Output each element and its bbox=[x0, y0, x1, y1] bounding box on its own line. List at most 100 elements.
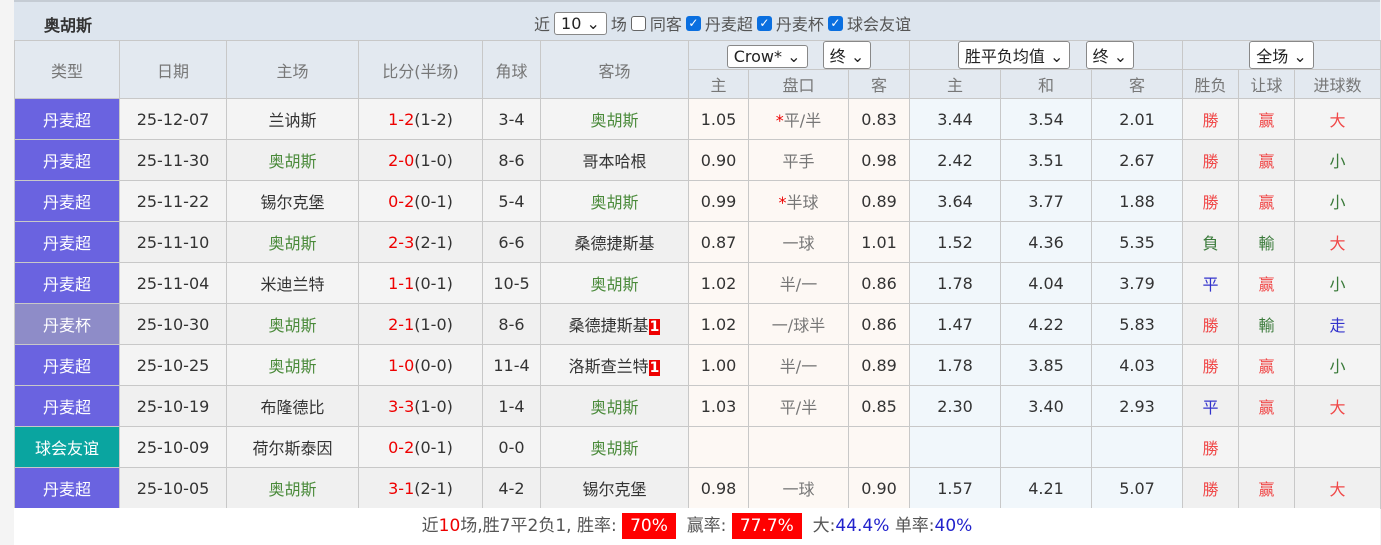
handicap: 平手 bbox=[748, 139, 849, 181]
table-row[interactable]: 丹麦超 25-11-30 奥胡斯 2-0(1-0) 8-6 哥本哈根 0.90 … bbox=[14, 139, 1381, 181]
away-team-cell[interactable]: 洛斯查兰特1 bbox=[540, 344, 689, 386]
odds-company-select[interactable]: Crow* ⌄ bbox=[726, 45, 808, 68]
avg-header: 胜平负均值 ⌄ 终 ⌄ bbox=[909, 40, 1184, 70]
odds-phase-value: 终 bbox=[829, 47, 846, 66]
full-score: 1-0 bbox=[388, 355, 415, 375]
table-row[interactable]: 丹麦超 25-10-19 布隆德比 3-3(1-0) 1-4 奥胡斯 1.03 … bbox=[14, 385, 1381, 427]
result: 平 bbox=[1182, 385, 1240, 427]
score: 1-2(1-2) bbox=[358, 98, 483, 140]
result: 勝 bbox=[1182, 139, 1240, 181]
home-team[interactable]: 布隆德比 bbox=[226, 385, 359, 427]
filter-checkbox-friendly[interactable]: ✓ bbox=[827, 15, 843, 31]
half-score: (2-1) bbox=[414, 232, 453, 252]
avg-home: 1.78 bbox=[909, 262, 1002, 304]
filter-label: 球会友谊 bbox=[846, 15, 911, 34]
red-card-badge: 1 bbox=[648, 360, 661, 376]
handicap bbox=[748, 426, 849, 468]
handicap-result: 赢 bbox=[1238, 98, 1296, 140]
subcol: 客 bbox=[847, 69, 911, 99]
result: 勝 bbox=[1182, 467, 1240, 509]
away-team-cell[interactable]: 奥胡斯 bbox=[540, 262, 689, 304]
match-date: 25-11-04 bbox=[119, 262, 227, 304]
table-row[interactable]: 丹麦超 25-11-10 奥胡斯 2-3(2-1) 6-6 桑德捷斯基 0.87… bbox=[14, 221, 1381, 263]
avg-phase-value: 终 bbox=[1092, 47, 1109, 66]
avg-home bbox=[909, 426, 1002, 468]
avg-away: 2.93 bbox=[1091, 385, 1184, 427]
league-type[interactable]: 丹麦超 bbox=[14, 139, 120, 181]
filter-checkbox-super[interactable]: ✓ bbox=[685, 15, 701, 31]
avg-select[interactable]: 胜平负均值 ⌄ bbox=[957, 41, 1071, 69]
goals-result: 小 bbox=[1294, 139, 1381, 181]
away-team-cell[interactable]: 奥胡斯 bbox=[540, 426, 689, 468]
away-team-cell[interactable]: 奥胡斯 bbox=[540, 98, 689, 140]
summary-count: 10 bbox=[438, 516, 461, 536]
goals-result: 大 bbox=[1294, 467, 1381, 509]
full-score: 3-3 bbox=[388, 396, 415, 416]
col-home: 主场 bbox=[226, 40, 359, 99]
away-team-cell[interactable]: 锡尔克堡 bbox=[540, 467, 689, 509]
filter-checkbox-cup[interactable]: ✓ bbox=[756, 15, 772, 31]
odds-home: 1.00 bbox=[688, 344, 749, 386]
avg-away: 2.01 bbox=[1091, 98, 1184, 140]
table-row[interactable]: 丹麦超 25-10-05 奥胡斯 3-1(2-1) 4-2 锡尔克堡 0.98 … bbox=[14, 467, 1381, 509]
avg-select-value: 胜平负均值 bbox=[964, 47, 1045, 66]
table-row[interactable]: 丹麦杯 25-10-30 奥胡斯 2-1(1-0) 8-6 桑德捷斯基1 1.0… bbox=[14, 303, 1381, 345]
home-team[interactable]: 米迪兰特 bbox=[226, 262, 359, 304]
avg-phase-select[interactable]: 终 ⌄ bbox=[1085, 41, 1135, 69]
league-type[interactable]: 丹麦超 bbox=[14, 344, 120, 386]
recent-count-select[interactable]: 10 ⌄ bbox=[554, 11, 607, 35]
same-venue-checkbox[interactable] bbox=[630, 15, 646, 31]
league-type[interactable]: 丹麦超 bbox=[14, 467, 120, 509]
odds-phase-select[interactable]: 终 ⌄ bbox=[822, 41, 872, 69]
score: 2-0(1-0) bbox=[358, 139, 483, 181]
handicap-value: 平/半 bbox=[779, 398, 818, 417]
avg-draw: 4.04 bbox=[1000, 262, 1093, 304]
league-type[interactable]: 丹麦超 bbox=[14, 98, 120, 140]
league-type[interactable]: 丹麦超 bbox=[14, 262, 120, 304]
result: 勝 bbox=[1182, 426, 1240, 468]
home-team[interactable]: 兰讷斯 bbox=[226, 98, 359, 140]
recent-suffix: 场 bbox=[610, 15, 627, 34]
home-team[interactable]: 奥胡斯 bbox=[226, 139, 359, 181]
away-team-cell[interactable]: 奥胡斯 bbox=[540, 385, 689, 427]
table-row[interactable]: 丹麦超 25-12-07 兰讷斯 1-2(1-2) 3-4 奥胡斯 1.05 *… bbox=[14, 98, 1381, 140]
handicap: 一球 bbox=[748, 221, 849, 263]
avg-draw: 3.40 bbox=[1000, 385, 1093, 427]
summary-text: 单率: bbox=[894, 516, 935, 536]
home-team[interactable]: 荷尔斯泰因 bbox=[226, 426, 359, 468]
table-row[interactable]: 丹麦超 25-10-25 奥胡斯 1-0(0-0) 11-4 洛斯查兰特1 1.… bbox=[14, 344, 1381, 386]
away-team: 奥胡斯 bbox=[590, 193, 639, 212]
home-team[interactable]: 奥胡斯 bbox=[226, 303, 359, 345]
away-team-cell[interactable]: 桑德捷斯基1 bbox=[540, 303, 689, 345]
handicap: *半球 bbox=[748, 180, 849, 222]
league-type[interactable]: 丹麦超 bbox=[14, 180, 120, 222]
table-row[interactable]: 丹麦超 25-11-04 米迪兰特 1-1(0-1) 10-5 奥胡斯 1.02… bbox=[14, 262, 1381, 304]
odds-header: Crow* ⌄ 终 ⌄ bbox=[687, 40, 911, 70]
home-team[interactable]: 奥胡斯 bbox=[226, 344, 359, 386]
table-row[interactable]: 丹麦超 25-11-22 锡尔克堡 0-2(0-1) 5-4 奥胡斯 0.99 … bbox=[14, 180, 1381, 222]
home-team[interactable]: 奥胡斯 bbox=[226, 221, 359, 263]
away-team-cell[interactable]: 奥胡斯 bbox=[540, 180, 689, 222]
result: 勝 bbox=[1182, 303, 1240, 345]
col-type: 类型 bbox=[14, 40, 120, 99]
league-type[interactable]: 丹麦超 bbox=[14, 385, 120, 427]
odds-home: 1.03 bbox=[688, 385, 749, 427]
avg-away: 5.83 bbox=[1091, 303, 1184, 345]
match-date: 25-12-07 bbox=[119, 98, 227, 140]
avg-away: 2.67 bbox=[1091, 139, 1184, 181]
away-team-cell[interactable]: 哥本哈根 bbox=[540, 139, 689, 181]
home-team[interactable]: 锡尔克堡 bbox=[226, 180, 359, 222]
away-team-cell[interactable]: 桑德捷斯基 bbox=[540, 221, 689, 263]
full-score: 0-2 bbox=[388, 437, 415, 457]
scope-select[interactable]: 全场 ⌄ bbox=[1249, 41, 1314, 69]
league-type[interactable]: 丹麦杯 bbox=[14, 303, 120, 345]
table-row[interactable]: 球会友谊 25-10-09 荷尔斯泰因 0-2(0-1) 0-0 奥胡斯 勝 bbox=[14, 426, 1381, 468]
league-type[interactable]: 丹麦超 bbox=[14, 221, 120, 263]
full-score: 2-0 bbox=[388, 150, 415, 170]
goals-result: 走 bbox=[1294, 303, 1381, 345]
handicap-value: 平手 bbox=[782, 152, 815, 171]
avg-away: 5.07 bbox=[1091, 467, 1184, 509]
handicap-value: 半/一 bbox=[779, 357, 818, 376]
home-team[interactable]: 奥胡斯 bbox=[226, 467, 359, 509]
league-type[interactable]: 球会友谊 bbox=[14, 426, 120, 468]
